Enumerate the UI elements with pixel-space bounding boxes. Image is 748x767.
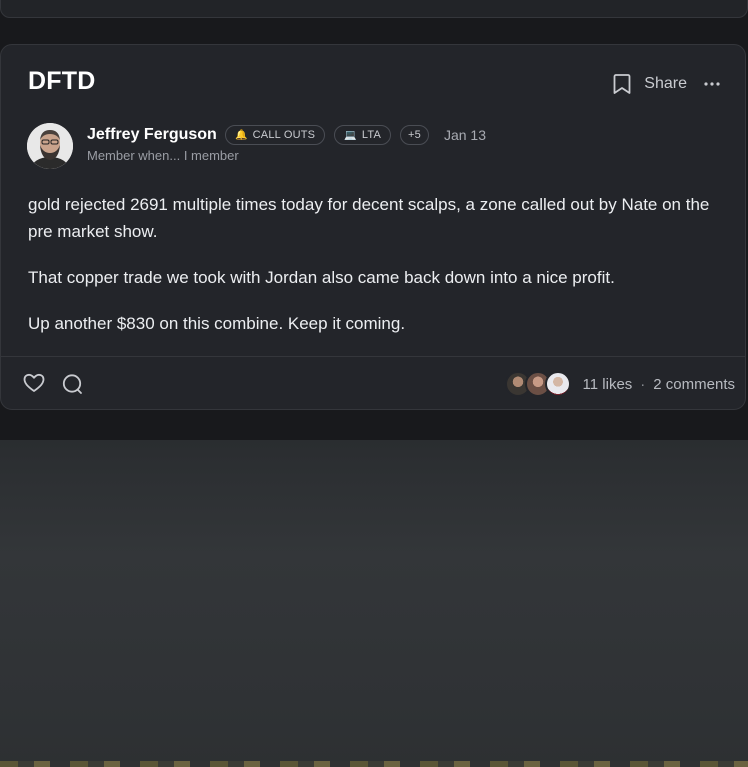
post-body: gold rejected 2691 multiple times today … xyxy=(28,191,718,356)
avatar[interactable] xyxy=(27,123,73,169)
heart-icon[interactable] xyxy=(23,373,45,393)
badge-label: LTA xyxy=(361,129,381,141)
badge-more[interactable]: +5 xyxy=(400,125,429,145)
blurred-media-preview xyxy=(0,440,748,767)
author-badges: 🔔 CALL OUTS 💻 LTA +5 Jan 13 xyxy=(225,125,486,145)
separator-dot: · xyxy=(640,375,646,393)
post-date: Jan 13 xyxy=(443,127,486,143)
engagement-summary: 11 likes · 2 comments xyxy=(504,370,735,398)
post-footer: 11 likes · 2 comments xyxy=(23,370,735,398)
liker-avatars[interactable] xyxy=(504,371,571,397)
post-card: DFTD Share Jeffrey Ferguson Member when.… xyxy=(0,44,746,410)
previous-post-card xyxy=(0,0,748,18)
share-button[interactable]: Share xyxy=(644,75,687,93)
post-paragraph: That copper trade we took with Jordan al… xyxy=(28,268,615,287)
likes-count[interactable]: 11 likes xyxy=(583,376,633,393)
author-subtitle: Member when... I member xyxy=(87,148,239,163)
badge-label: CALL OUTS xyxy=(252,129,316,141)
author-name[interactable]: Jeffrey Ferguson xyxy=(87,126,217,144)
badge-lta[interactable]: 💻 LTA xyxy=(334,125,391,145)
bell-icon: 🔔 xyxy=(235,129,248,141)
badge-call-outs[interactable]: 🔔 CALL OUTS xyxy=(225,125,326,145)
post-paragraph: Up another $830 on this combine. Keep it… xyxy=(28,314,406,333)
laptop-icon: 💻 xyxy=(344,129,357,141)
divider xyxy=(1,356,745,357)
blurred-strip xyxy=(0,761,748,767)
author-row: Jeffrey Ferguson Member when... I member… xyxy=(27,123,717,169)
more-horizontal-icon[interactable] xyxy=(703,81,721,87)
avatar-image xyxy=(27,123,73,169)
comments-count[interactable]: 2 comments xyxy=(653,376,735,393)
post-header-actions: Share xyxy=(612,73,721,95)
post-title[interactable]: DFTD xyxy=(28,67,95,96)
avatar xyxy=(544,371,571,397)
bookmark-icon[interactable] xyxy=(612,73,632,95)
post-paragraph: gold rejected 2691 multiple times today … xyxy=(28,195,710,241)
comment-bubble-icon[interactable] xyxy=(61,373,83,395)
